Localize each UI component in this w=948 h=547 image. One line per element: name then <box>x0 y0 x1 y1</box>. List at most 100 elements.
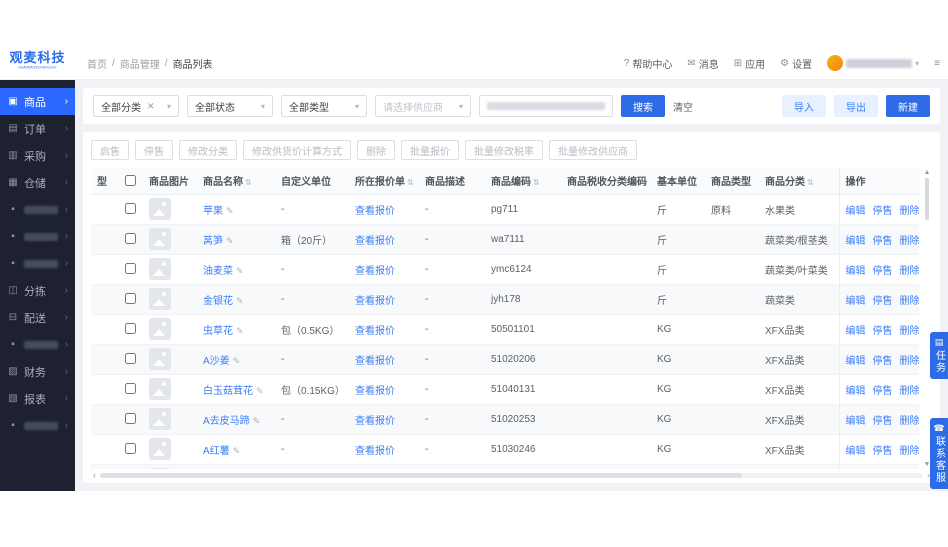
row-checkbox[interactable] <box>125 203 136 215</box>
sidebar-item-warehouse[interactable]: ▦ 仓储 › <box>0 169 75 196</box>
row-checkbox[interactable] <box>125 353 136 365</box>
horizontal-scrollbar[interactable]: ‹ › <box>91 469 932 481</box>
breadcrumb-section[interactable]: 商品管理 <box>120 56 160 71</box>
sort-icon[interactable]: ⇅ <box>407 178 414 187</box>
sidebar-item-finance[interactable]: ▨ 财务 › <box>0 358 75 385</box>
edit-pencil-icon[interactable]: ✎ <box>236 266 244 276</box>
sidebar-item-report[interactable]: ▧ 报表 › <box>0 385 75 412</box>
product-name-link[interactable]: A去皮马蹄 <box>203 416 250 427</box>
batch-button-4[interactable]: 删除 <box>357 140 395 160</box>
product-name-link[interactable]: 虫草花 <box>203 326 233 337</box>
row-op-0[interactable]: 编辑 <box>846 206 866 217</box>
row-op-0[interactable]: 编辑 <box>846 356 866 367</box>
create-button[interactable]: 新建 <box>886 95 930 117</box>
product-name-link[interactable]: 白玉菇茸花 <box>203 386 253 397</box>
apps-button[interactable]: ⊞ 应用 <box>734 56 765 71</box>
row-op-1[interactable]: 停售 <box>873 386 893 397</box>
batch-button-3[interactable]: 修改供货价计算方式 <box>243 140 351 160</box>
batch-button-6[interactable]: 批量修改税率 <box>465 140 543 160</box>
row-checkbox[interactable] <box>125 263 136 275</box>
row-op-0[interactable]: 编辑 <box>846 416 866 427</box>
batch-button-0[interactable]: 启售 <box>91 140 129 160</box>
sort-icon[interactable]: ⇅ <box>533 178 540 187</box>
row-checkbox[interactable] <box>125 413 136 425</box>
view-quote-link[interactable]: 查看报价 <box>355 266 395 277</box>
contact-service-float-button[interactable]: ☎ 联系客服 <box>930 418 948 489</box>
batch-button-7[interactable]: 批量修改供应商 <box>549 140 637 160</box>
view-quote-link[interactable]: 查看报价 <box>355 206 395 217</box>
product-name-link[interactable]: 金银花 <box>203 296 233 307</box>
row-checkbox[interactable] <box>125 233 136 245</box>
horizontal-scroll-track[interactable] <box>100 472 923 478</box>
edit-pencil-icon[interactable]: ✎ <box>233 356 241 366</box>
view-quote-link[interactable]: 查看报价 <box>355 386 395 397</box>
row-op-2[interactable]: 删除 <box>900 206 920 217</box>
sidebar-item-order[interactable]: ▤ 订单 › <box>0 115 75 142</box>
row-op-1[interactable]: 停售 <box>873 446 893 457</box>
row-checkbox[interactable] <box>125 323 136 335</box>
row-op-1[interactable]: 停售 <box>873 416 893 427</box>
collapse-icon[interactable]: ≡ <box>934 58 940 69</box>
row-op-1[interactable]: 停售 <box>873 326 893 337</box>
search-input[interactable] <box>479 95 613 117</box>
row-op-2[interactable]: 删除 <box>900 296 920 307</box>
settings-button[interactable]: ⚙ 设置 <box>780 56 812 71</box>
product-name-link[interactable]: A红薯 <box>203 446 230 457</box>
sidebar-item-redacted[interactable]: ▪ › <box>0 223 75 250</box>
edit-pencil-icon[interactable]: ✎ <box>233 446 241 456</box>
product-name-link[interactable]: A沙姜 <box>203 356 230 367</box>
view-quote-link[interactable]: 查看报价 <box>355 416 395 427</box>
batch-button-5[interactable]: 批量报价 <box>401 140 459 160</box>
edit-pencil-icon[interactable]: ✎ <box>256 386 264 396</box>
sidebar-item-goods[interactable]: ▣ 商品 › <box>0 88 75 115</box>
row-op-1[interactable]: 停售 <box>873 236 893 247</box>
sort-icon[interactable]: ⇅ <box>245 178 252 187</box>
edit-pencil-icon[interactable]: ✎ <box>253 416 261 426</box>
view-quote-link[interactable]: 查看报价 <box>355 326 395 337</box>
scroll-up-icon[interactable]: ▲ <box>924 169 931 176</box>
type-filter-select[interactable]: 全部类型 ▾ <box>281 95 367 117</box>
sidebar-item-delivery[interactable]: ⊟ 配送 › <box>0 304 75 331</box>
row-op-2[interactable]: 删除 <box>900 236 920 247</box>
product-name-link[interactable]: 油麦菜 <box>203 266 233 277</box>
help-center-button[interactable]: ? 帮助中心 <box>624 56 673 71</box>
row-op-1[interactable]: 停售 <box>873 206 893 217</box>
row-op-2[interactable]: 删除 <box>900 356 920 367</box>
row-op-0[interactable]: 编辑 <box>846 266 866 277</box>
scroll-left-icon[interactable]: ‹ <box>93 470 96 480</box>
row-op-0[interactable]: 编辑 <box>846 446 866 457</box>
batch-button-2[interactable]: 修改分类 <box>179 140 237 160</box>
row-checkbox[interactable] <box>125 383 136 395</box>
row-op-2[interactable]: 删除 <box>900 386 920 397</box>
remove-category-filter-icon[interactable]: ✕ <box>147 101 155 112</box>
supplier-filter-select[interactable]: 请选择供应商 ▾ <box>375 95 471 117</box>
horizontal-scroll-thumb[interactable] <box>100 472 742 478</box>
sort-icon[interactable]: ⇅ <box>807 178 814 187</box>
view-quote-link[interactable]: 查看报价 <box>355 296 395 307</box>
task-float-button[interactable]: ▤ 任务 <box>930 332 948 379</box>
category-filter-select[interactable]: 全部分类 ✕ ▾ <box>93 95 179 117</box>
edit-pencil-icon[interactable]: ✎ <box>226 206 234 216</box>
import-button[interactable]: 导入 <box>782 95 826 117</box>
select-all-checkbox[interactable] <box>125 175 136 187</box>
product-name-link[interactable]: 苹果 <box>203 206 223 217</box>
clear-filters-button[interactable]: 清空 <box>673 99 693 114</box>
vertical-scroll-track[interactable] <box>925 176 929 461</box>
row-checkbox[interactable] <box>125 443 136 455</box>
search-button[interactable]: 搜索 <box>621 95 665 117</box>
vertical-scroll-thumb[interactable] <box>925 178 929 220</box>
row-op-0[interactable]: 编辑 <box>846 236 866 247</box>
sidebar-item-redacted[interactable]: ▪ › <box>0 250 75 277</box>
row-op-0[interactable]: 编辑 <box>846 386 866 397</box>
sidebar-item-redacted[interactable]: ▪ › <box>0 412 75 439</box>
row-op-1[interactable]: 停售 <box>873 266 893 277</box>
edit-pencil-icon[interactable]: ✎ <box>226 236 234 246</box>
view-quote-link[interactable]: 查看报价 <box>355 236 395 247</box>
row-op-1[interactable]: 停售 <box>873 356 893 367</box>
sidebar-item-purchase[interactable]: ▥ 采购 › <box>0 142 75 169</box>
product-name-link[interactable]: 莴笋 <box>203 236 223 247</box>
view-quote-link[interactable]: 查看报价 <box>355 356 395 367</box>
row-op-0[interactable]: 编辑 <box>846 326 866 337</box>
edit-pencil-icon[interactable]: ✎ <box>236 326 244 336</box>
row-op-2[interactable]: 删除 <box>900 416 920 427</box>
